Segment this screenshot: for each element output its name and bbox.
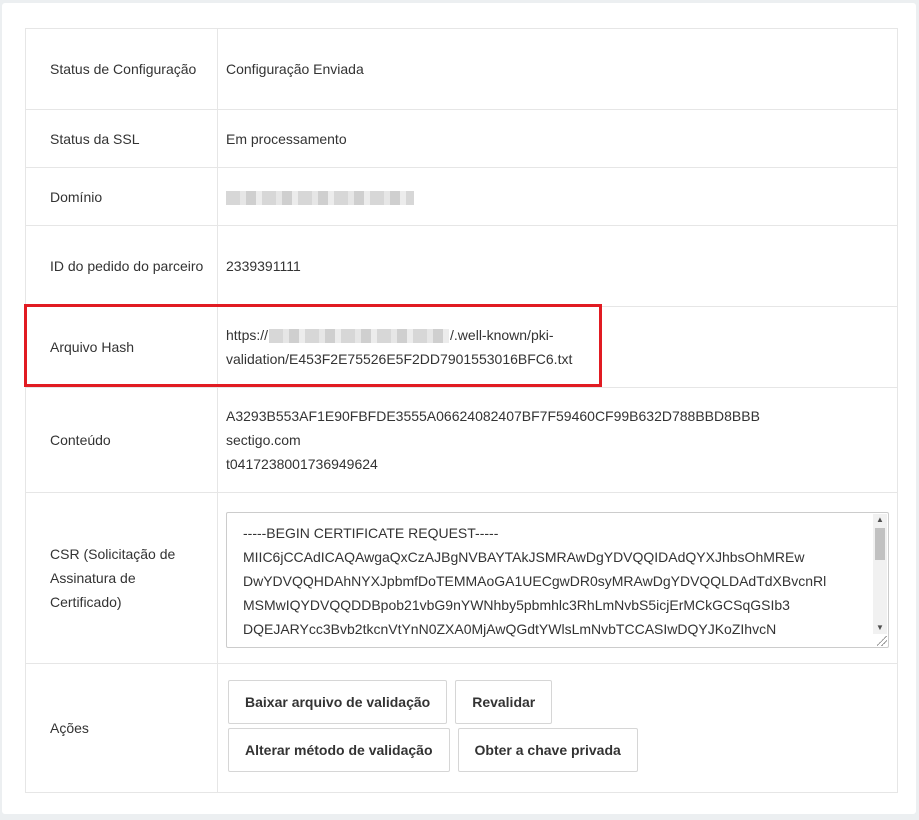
content-line-2: sectigo.com: [226, 432, 301, 448]
revalidate-button[interactable]: Revalidar: [455, 680, 553, 724]
row-content: Conteúdo A3293B553AF1E90FBFDE3555A066240…: [25, 387, 898, 493]
resize-grip-icon[interactable]: [877, 635, 887, 646]
csr-label: CSR (Solicitação de Assinatura de Certif…: [25, 492, 218, 664]
row-config-status: Status de Configuração Configuração Envi…: [25, 28, 898, 110]
row-actions: Ações Baixar arquivo de validação Revali…: [25, 663, 898, 793]
row-csr: CSR (Solicitação de Assinatura de Certif…: [25, 492, 898, 664]
csr-textarea[interactable]: -----BEGIN CERTIFICATE REQUEST----- MIIC…: [226, 511, 889, 648]
content-value: A3293B553AF1E90FBFDE3555A06624082407BF7F…: [217, 387, 898, 493]
get-private-key-button[interactable]: Obter a chave privada: [457, 728, 638, 772]
actions-cell: Baixar arquivo de validação Revalidar Al…: [217, 663, 898, 793]
certificate-details-table: Status de Configuração Configuração Envi…: [25, 28, 898, 793]
ssl-status-label: Status da SSL: [25, 109, 218, 168]
config-status-label: Status de Configuração: [25, 28, 218, 110]
actions-label: Ações: [25, 663, 218, 793]
csr-textarea-wrapper: -----BEGIN CERTIFICATE REQUEST----- MIIC…: [226, 511, 889, 648]
row-ssl-status: Status da SSL Em processamento: [25, 109, 898, 168]
hash-file-url: https:// /.well-known/pki- validation/E45…: [217, 306, 898, 388]
row-domain: Domínio: [25, 167, 898, 226]
scroll-thumb[interactable]: [875, 527, 885, 560]
partner-order-id-label: ID do pedido do parceiro: [25, 225, 218, 307]
domain-label: Domínio: [25, 167, 218, 226]
scroll-down-icon[interactable]: ▼: [873, 622, 887, 634]
ssl-status-value: Em processamento: [217, 109, 898, 168]
row-hash-file: Arquivo Hash https:// /.well-known/pki- v…: [25, 306, 898, 388]
details-panel: Status de Configuração Configuração Envi…: [2, 3, 916, 814]
csr-scrollbar[interactable]: ▲ ▼: [873, 513, 887, 634]
hash-url-suffix-1: /.well-known/pki-: [450, 327, 554, 343]
row-partner-order-id: ID do pedido do parceiro 2339391111: [25, 225, 898, 307]
scroll-up-icon[interactable]: ▲: [873, 514, 887, 526]
content-line-1: A3293B553AF1E90FBFDE3555A06624082407BF7F…: [226, 408, 760, 424]
hash-file-label: Arquivo Hash: [25, 306, 218, 388]
content-label: Conteúdo: [25, 387, 218, 493]
csr-cell: -----BEGIN CERTIFICATE REQUEST----- MIIC…: [217, 492, 898, 664]
download-validation-file-button[interactable]: Baixar arquivo de validação: [228, 680, 448, 724]
redacted-domain: [226, 190, 414, 205]
content-line-3: t0417238001736949624: [226, 456, 378, 472]
partner-order-id-value: 2339391111: [217, 225, 898, 307]
hash-url-suffix-2: validation/E453F2E75526E5F2DD7901553016B…: [226, 351, 573, 367]
config-status-value: Configuração Enviada: [217, 28, 898, 110]
change-validation-method-button[interactable]: Alterar método de validação: [228, 728, 450, 772]
domain-value: [217, 167, 898, 226]
actions-group: Baixar arquivo de validação Revalidar Al…: [226, 680, 788, 776]
redacted-hash-domain: [269, 329, 450, 344]
hash-url-prefix: https://: [226, 327, 269, 343]
